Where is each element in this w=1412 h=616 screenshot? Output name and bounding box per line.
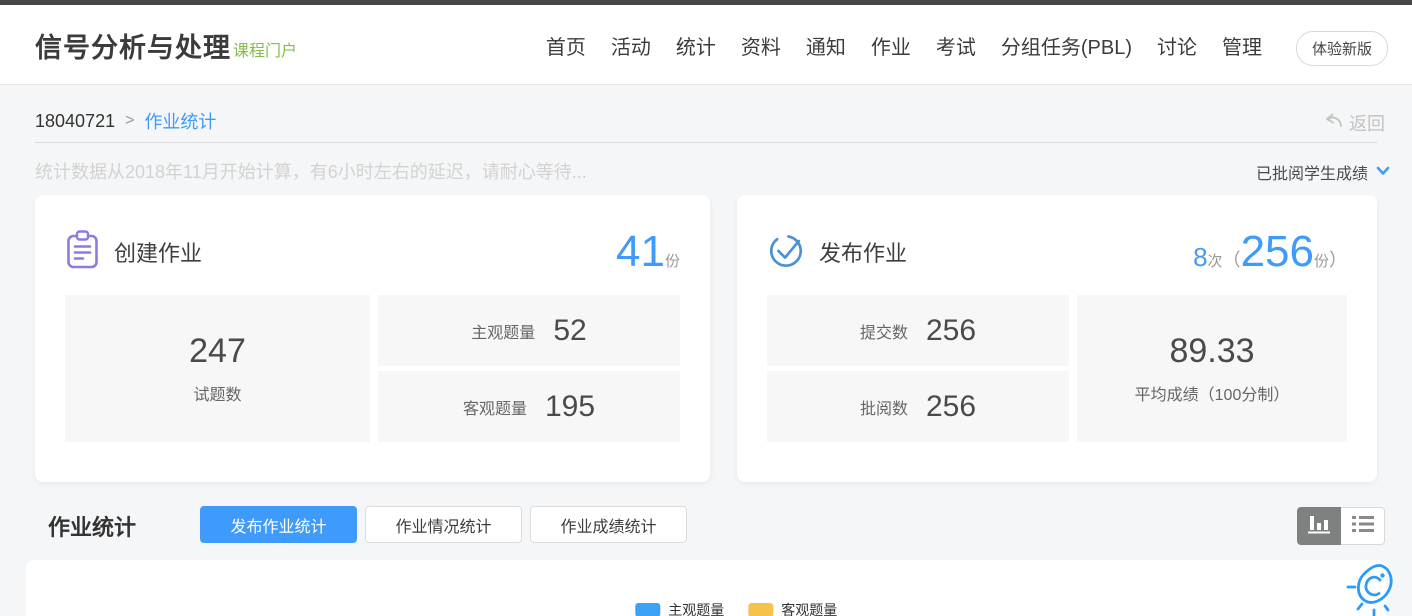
nav-item-materials[interactable]: 资料 (741, 31, 781, 60)
submitted-label: 提交数 (860, 319, 908, 343)
list-icon (1352, 515, 1374, 538)
nav-item-statistics[interactable]: 统计 (676, 31, 716, 60)
chart-legend: 主观题量 客观题量 (635, 600, 837, 616)
breadcrumb-divider (35, 142, 1377, 143)
nav-item-home[interactable]: 首页 (546, 31, 586, 60)
homework-statistics-heading: 作业统计 (48, 510, 136, 542)
nav-item-exams[interactable]: 考试 (936, 31, 976, 60)
question-count-box: 247 试题数 (65, 295, 370, 442)
course-title: 信号分析与处理 (35, 26, 231, 65)
published-times-unit: 次 (1208, 250, 1223, 271)
course-title-block: 信号分析与处理 课程门户 (35, 5, 297, 85)
published-total-value: 256 (1241, 227, 1314, 277)
subjective-value: 52 (553, 314, 586, 348)
created-homework-card: 创建作业 41 份 247 试题数 主观题量 52 客观题量 195 (35, 195, 710, 482)
legend-label-subjective: 主观题量 (668, 600, 724, 616)
average-score-label: 平均成绩（100分制） (1135, 381, 1290, 405)
legend-swatch-yellow (748, 603, 773, 616)
breadcrumb-separator: > (125, 112, 134, 130)
objective-value: 195 (545, 390, 595, 424)
reviewed-value: 256 (926, 390, 976, 424)
published-times-value: 8 (1193, 242, 1207, 273)
nav-item-group-task-pbl[interactable]: 分组任务(PBL) (1001, 31, 1132, 60)
average-score-value: 89.33 (1169, 332, 1254, 371)
question-count-value: 247 (189, 332, 246, 371)
legend-item-objective[interactable]: 客观题量 (748, 600, 837, 616)
subjective-label: 主观题量 (471, 319, 535, 343)
statistics-delay-notice: 统计数据从2018年11月开始计算，有6小时左右的延迟，请耐心等待... (35, 158, 587, 184)
legend-swatch-blue (635, 603, 660, 616)
nav-item-activity[interactable]: 活动 (611, 31, 651, 60)
objective-label: 客观题量 (463, 395, 527, 419)
published-card-title: 发布作业 (819, 236, 907, 268)
header: 信号分析与处理 课程门户 首页 活动 统计 资料 通知 作业 考试 分组任务(P… (0, 5, 1412, 85)
created-card-title: 创建作业 (114, 236, 202, 268)
try-new-version-button[interactable]: 体验新版 (1296, 31, 1388, 66)
view-mode-toggle (1297, 507, 1385, 545)
created-total-value: 41 (616, 227, 665, 277)
filter-label: 已批阅学生成绩 (1256, 160, 1368, 184)
main-nav: 首页 活动 统计 资料 通知 作业 考试 分组任务(PBL) 讨论 管理 (546, 5, 1262, 85)
back-label: 返回 (1349, 110, 1385, 136)
objective-questions-box: 客观题量 195 (378, 371, 680, 442)
created-total: 41 份 (616, 227, 680, 277)
created-card-header: 创建作业 41 份 (35, 195, 710, 295)
legend-label-objective: 客观题量 (781, 600, 837, 616)
paren-close: ） (1329, 246, 1347, 272)
nav-item-discussion[interactable]: 讨论 (1157, 31, 1197, 60)
tab-homework-status-stats[interactable]: 作业情况统计 (365, 506, 522, 543)
back-button[interactable]: 返回 (1324, 110, 1385, 136)
question-count-label: 试题数 (193, 381, 241, 405)
reviewed-count-box: 批阅数 256 (767, 371, 1069, 442)
breadcrumb: 18040721 > 作业统计 (35, 108, 216, 134)
published-total: 8 次 （ 256 份 ） (1193, 227, 1347, 277)
published-card-header: 发布作业 8 次 （ 256 份 ） (737, 195, 1377, 295)
bar-chart-icon (1308, 513, 1330, 539)
list-view-button[interactable] (1341, 507, 1385, 545)
subjective-questions-box: 主观题量 52 (378, 295, 680, 366)
published-homework-card: 发布作业 8 次 （ 256 份 ） 提交数 256 批阅数 256 89.33… (737, 195, 1377, 482)
submitted-value: 256 (926, 314, 976, 348)
breadcrumb-course-id[interactable]: 18040721 (35, 111, 115, 132)
graded-scores-filter-dropdown[interactable]: 已批阅学生成绩 (1256, 160, 1390, 184)
reviewed-label: 批阅数 (860, 395, 908, 419)
paren-open: （ (1223, 246, 1241, 272)
chevron-down-icon (1376, 163, 1390, 181)
statistics-tabs: 发布作业统计 作业情况统计 作业成绩统计 (200, 506, 687, 543)
check-circle-icon (767, 231, 805, 274)
chart-panel: 主观题量 客观题量 (26, 560, 1386, 616)
created-total-unit: 份 (665, 250, 680, 271)
legend-item-subjective[interactable]: 主观题量 (635, 600, 724, 616)
clipboard-icon (65, 230, 100, 275)
published-card-stats: 提交数 256 批阅数 256 89.33 平均成绩（100分制） (767, 295, 1347, 442)
nav-item-notifications[interactable]: 通知 (806, 31, 846, 60)
floating-helper-balloon-icon[interactable] (1346, 560, 1402, 616)
back-arrow-icon (1324, 112, 1344, 134)
tab-homework-score-stats[interactable]: 作业成绩统计 (530, 506, 687, 543)
nav-item-homework[interactable]: 作业 (871, 31, 911, 60)
submitted-count-box: 提交数 256 (767, 295, 1069, 366)
nav-item-manage[interactable]: 管理 (1222, 31, 1262, 60)
created-card-stats: 247 试题数 主观题量 52 客观题量 195 (65, 295, 680, 442)
published-total-unit: 份 (1314, 250, 1329, 271)
course-portal-label[interactable]: 课程门户 (233, 29, 297, 61)
tab-published-homework-stats[interactable]: 发布作业统计 (200, 506, 357, 543)
average-score-box: 89.33 平均成绩（100分制） (1077, 295, 1347, 442)
breadcrumb-current-page: 作业统计 (144, 108, 216, 134)
chart-view-button[interactable] (1297, 507, 1341, 545)
